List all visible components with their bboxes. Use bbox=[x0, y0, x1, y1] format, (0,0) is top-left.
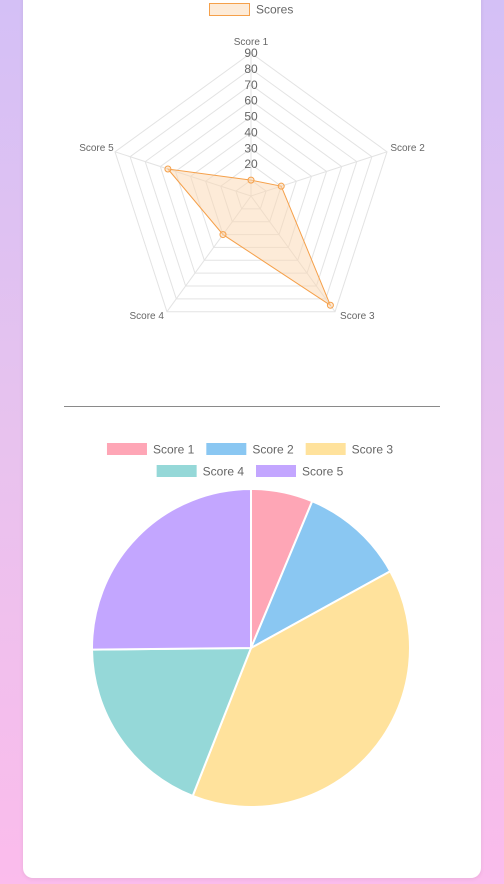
radar-tick-label: 40 bbox=[244, 125, 258, 139]
radar-tick-label: 50 bbox=[244, 110, 258, 124]
radar-point-score-5 bbox=[164, 165, 172, 173]
radar-tick-label: 70 bbox=[244, 78, 258, 92]
radar-point-score-1 bbox=[247, 176, 255, 184]
radar-series-area bbox=[166, 168, 332, 307]
legend-swatch-score-3 bbox=[305, 443, 346, 455]
legend-swatch-score-5 bbox=[256, 465, 296, 477]
legend-swatch-score-4 bbox=[156, 465, 197, 477]
radar-tick-label: 60 bbox=[244, 94, 258, 108]
radar-tick-label: 20 bbox=[244, 157, 258, 171]
legend-label-score-3: Score 3 bbox=[352, 443, 394, 457]
radar-point-score-3 bbox=[326, 301, 334, 309]
legend-label-score-2: Score 2 bbox=[252, 443, 294, 457]
pie-chart: Score 1 Score 2 Score 3 Score 4 Score 5 bbox=[90, 443, 411, 808]
radar-point-label-score-4: Score 4 bbox=[129, 311, 164, 322]
pie-slice-score-5 bbox=[91, 487, 252, 651]
legend-label-scores: Scores bbox=[256, 3, 293, 17]
radar-tick-label: 30 bbox=[244, 141, 258, 155]
radar-tick-label: 80 bbox=[244, 62, 258, 76]
radar-point-label-score-3: Score 3 bbox=[340, 311, 375, 322]
chart-card: Scores Score 1 Score 2 Score 3 Score 4 Score… bbox=[23, 0, 481, 878]
legend-swatch-score-2 bbox=[206, 443, 247, 455]
radar-point-label-score-5: Score 5 bbox=[79, 143, 114, 154]
legend-label-score-1: Score 1 bbox=[153, 443, 195, 457]
radar-point-label-score-2: Score 2 bbox=[390, 143, 425, 154]
radar-point-score-4 bbox=[219, 231, 227, 239]
section-divider bbox=[64, 406, 440, 407]
radar-chart: Scores Score 1Score 2Score 3Score 4Score… bbox=[79, 3, 425, 323]
radar-tick-label: 90 bbox=[244, 46, 258, 60]
legend-swatch-score-1 bbox=[106, 443, 147, 455]
legend-swatch-scores bbox=[209, 3, 250, 16]
legend-label-score-4: Score 4 bbox=[203, 465, 245, 479]
legend-label-score-5: Score 5 bbox=[302, 465, 344, 479]
radar-point-score-2 bbox=[277, 182, 285, 190]
